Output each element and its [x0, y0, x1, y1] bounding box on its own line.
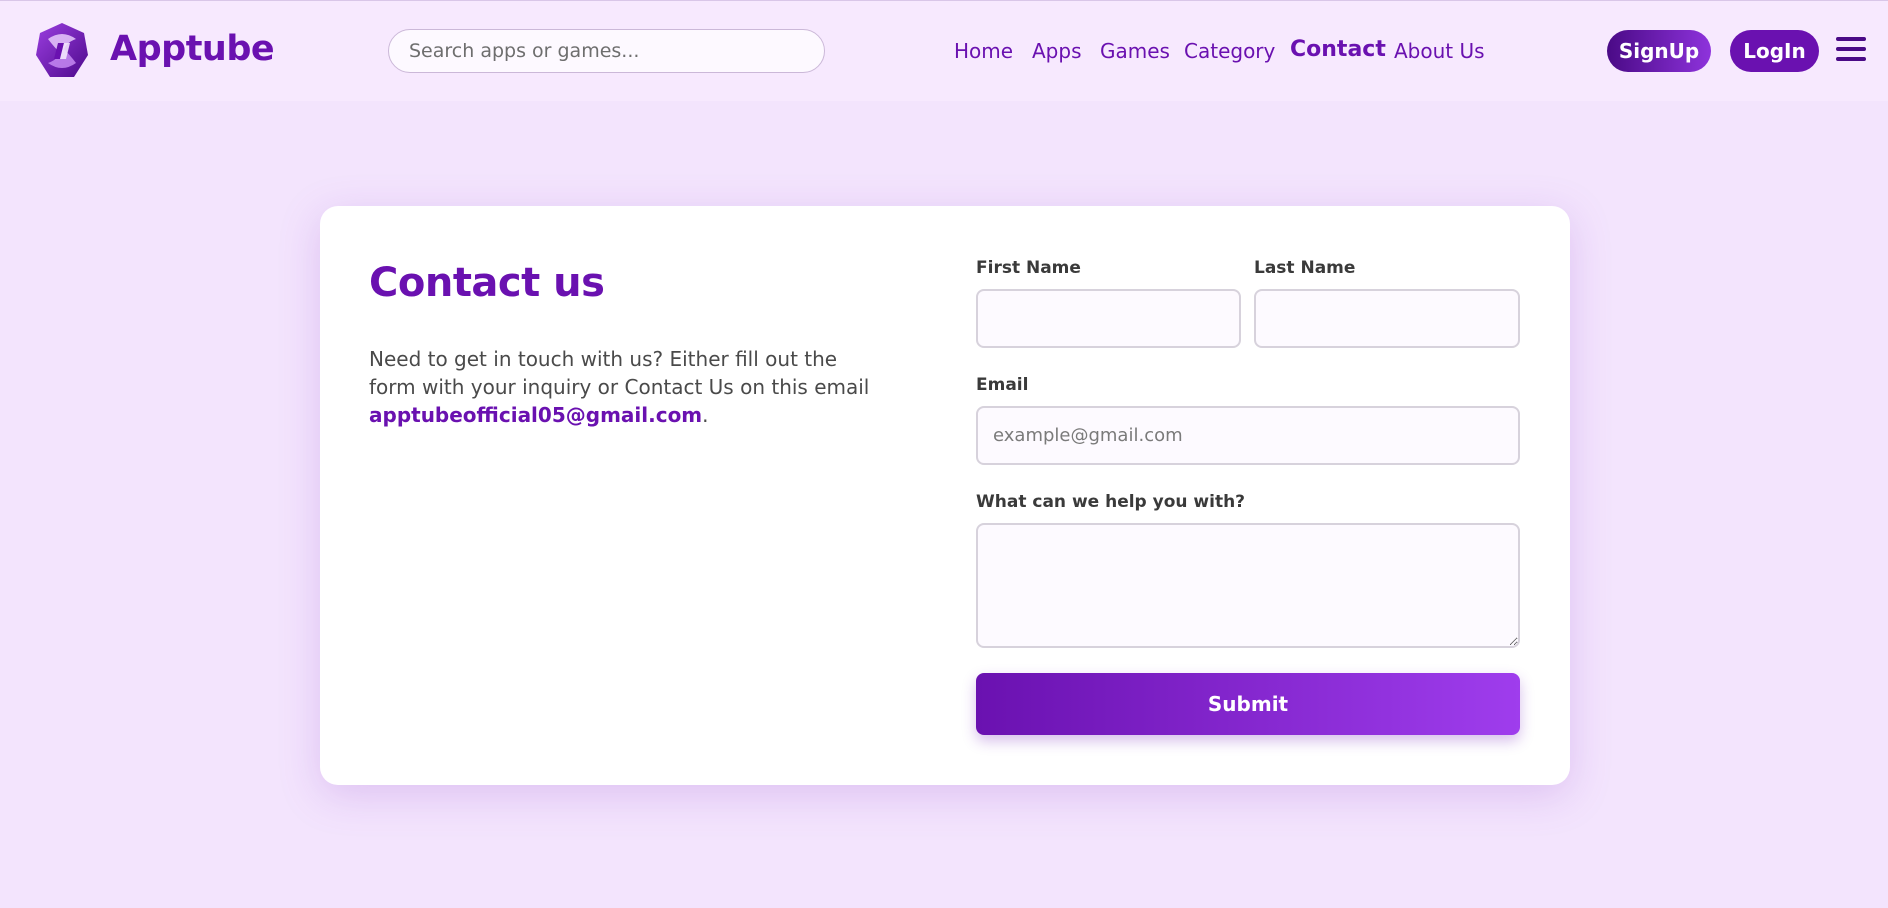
- nav-category[interactable]: Category: [1184, 39, 1275, 63]
- contact-description-text: Need to get in touch with us? Either fil…: [369, 347, 870, 399]
- page-title: Contact us: [369, 260, 605, 306]
- nav-about-us[interactable]: About Us: [1394, 39, 1485, 63]
- nav-home[interactable]: Home: [954, 39, 1013, 63]
- nav-contact[interactable]: Contact: [1290, 37, 1386, 62]
- contact-description: Need to get in touch with us? Either fil…: [369, 345, 889, 429]
- nav-apps[interactable]: Apps: [1032, 39, 1082, 63]
- brand-name[interactable]: Apptube: [110, 29, 275, 69]
- message-label: What can we help you with?: [976, 492, 1246, 512]
- submit-button[interactable]: Submit: [976, 673, 1520, 735]
- last-name-field[interactable]: [1254, 289, 1520, 348]
- email-label: Email: [976, 375, 1029, 395]
- last-name-label: Last Name: [1254, 258, 1356, 278]
- message-textarea[interactable]: [976, 523, 1520, 648]
- login-button[interactable]: LogIn: [1730, 30, 1819, 72]
- top-navbar: Apptube Home Apps Games Category Contact…: [0, 0, 1888, 101]
- hamburger-menu-icon[interactable]: [1836, 35, 1866, 63]
- search-input[interactable]: [388, 29, 825, 73]
- first-name-field[interactable]: [976, 289, 1241, 348]
- signup-button[interactable]: SignUp: [1607, 30, 1711, 72]
- first-name-label: First Name: [976, 258, 1081, 278]
- email-field[interactable]: [976, 406, 1520, 465]
- contact-card: Contact us Need to get in touch with us?…: [320, 206, 1570, 785]
- apptube-logo-icon[interactable]: [34, 21, 90, 81]
- nav-games[interactable]: Games: [1100, 39, 1170, 63]
- contact-description-end: .: [702, 403, 709, 427]
- contact-email-link[interactable]: apptubeofficial05@gmail.com: [369, 403, 702, 427]
